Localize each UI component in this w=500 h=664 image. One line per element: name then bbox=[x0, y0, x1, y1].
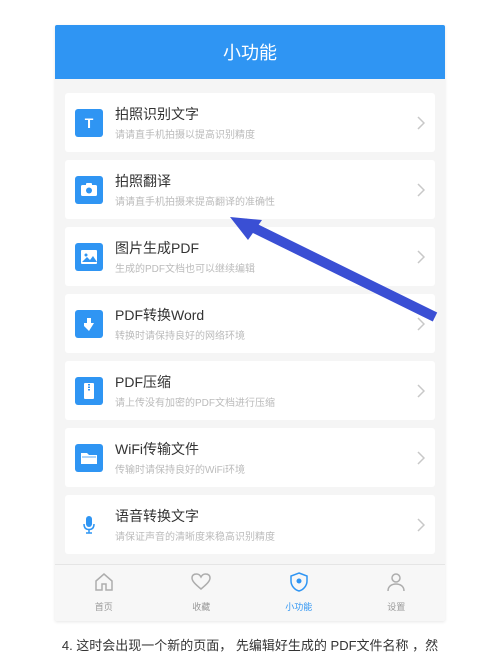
phone-frame: 小功能 T 拍照识别文字 请请直手机拍摄以提高识别精度 拍照翻译 请请直手机拍摄… bbox=[55, 25, 445, 621]
feature-item-text: 拍照翻译 请请直手机拍摄来提高翻译的准确性 bbox=[115, 171, 411, 208]
feature-item-text: WiFi传输文件 传输时请保持良好的WiFi环境 bbox=[115, 439, 411, 476]
feature-item-text: 拍照识别文字 请请直手机拍摄以提高识别精度 bbox=[115, 104, 411, 141]
page-title: 小功能 bbox=[55, 25, 445, 79]
svg-text:T: T bbox=[85, 115, 94, 131]
shield-icon bbox=[288, 571, 310, 598]
feature-item-subtitle: 请保证声音的清晰度来稳高识别精度 bbox=[115, 528, 411, 543]
feature-item-title: WiFi传输文件 bbox=[115, 439, 411, 459]
feature-item[interactable]: 语音转换文字 请保证声音的清晰度来稳高识别精度 bbox=[65, 495, 435, 554]
feature-item-text: PDF转换Word 转换时请保持良好的网络环境 bbox=[115, 305, 411, 342]
feature-item-title: 拍照翻译 bbox=[115, 171, 411, 191]
feature-item-text: 语音转换文字 请保证声音的清晰度来稳高识别精度 bbox=[115, 506, 411, 543]
tab-label: 设置 bbox=[387, 600, 405, 613]
feature-item-subtitle: 转换时请保持良好的网络环境 bbox=[115, 327, 411, 342]
feature-item[interactable]: PDF转换Word 转换时请保持良好的网络环境 bbox=[65, 294, 435, 353]
tab-shield[interactable]: 小功能 bbox=[250, 571, 348, 613]
feature-item[interactable]: WiFi传输文件 传输时请保持良好的WiFi环境 bbox=[65, 428, 435, 487]
zip-icon bbox=[75, 377, 103, 405]
image-icon bbox=[75, 243, 103, 271]
camera-icon bbox=[75, 176, 103, 204]
feature-item-subtitle: 生成的PDF文档也可以继续编辑 bbox=[115, 260, 411, 275]
tab-label: 小功能 bbox=[285, 600, 312, 613]
feature-item-subtitle: 请请直手机拍摄以提高识别精度 bbox=[115, 126, 411, 141]
feature-list: T 拍照识别文字 请请直手机拍摄以提高识别精度 拍照翻译 请请直手机拍摄来提高翻… bbox=[55, 79, 445, 564]
chevron-right-icon bbox=[417, 451, 425, 465]
tab-home[interactable]: 首页 bbox=[55, 571, 153, 613]
tab-profile[interactable]: 设置 bbox=[348, 571, 446, 613]
chevron-right-icon bbox=[417, 384, 425, 398]
caption-text: 4. 这时会出现一个新的页面， 先编辑好生成的 PDF文件名称 ，然 bbox=[55, 635, 445, 664]
feature-item[interactable]: PDF压缩 请上传没有加密的PDF文档进行压缩 bbox=[65, 361, 435, 420]
feature-item-title: PDF压缩 bbox=[115, 372, 411, 392]
feature-item[interactable]: 拍照翻译 请请直手机拍摄来提高翻译的准确性 bbox=[65, 160, 435, 219]
tab-heart[interactable]: 收藏 bbox=[153, 571, 251, 613]
feature-item-subtitle: 传输时请保持良好的WiFi环境 bbox=[115, 461, 411, 476]
tab-label: 首页 bbox=[95, 600, 113, 613]
mic-icon bbox=[75, 511, 103, 539]
heart-icon bbox=[190, 571, 212, 598]
tab-label: 收藏 bbox=[192, 600, 210, 613]
feature-item-text: PDF压缩 请上传没有加密的PDF文档进行压缩 bbox=[115, 372, 411, 409]
pdf-icon bbox=[75, 310, 103, 338]
chevron-right-icon bbox=[417, 116, 425, 130]
feature-item-title: PDF转换Word bbox=[115, 305, 411, 325]
feature-item-title: 图片生成PDF bbox=[115, 238, 411, 258]
feature-item[interactable]: 图片生成PDF 生成的PDF文档也可以继续编辑 bbox=[65, 227, 435, 286]
chevron-right-icon bbox=[417, 317, 425, 331]
feature-item-text: 图片生成PDF 生成的PDF文档也可以继续编辑 bbox=[115, 238, 411, 275]
chevron-right-icon bbox=[417, 250, 425, 264]
chevron-right-icon bbox=[417, 518, 425, 532]
feature-item[interactable]: T 拍照识别文字 请请直手机拍摄以提高识别精度 bbox=[65, 93, 435, 152]
feature-item-subtitle: 请请直手机拍摄来提高翻译的准确性 bbox=[115, 193, 411, 208]
feature-item-subtitle: 请上传没有加密的PDF文档进行压缩 bbox=[115, 394, 411, 409]
chevron-right-icon bbox=[417, 183, 425, 197]
text-T-icon: T bbox=[75, 109, 103, 137]
home-icon bbox=[93, 571, 115, 598]
feature-item-title: 语音转换文字 bbox=[115, 506, 411, 526]
folder-icon bbox=[75, 444, 103, 472]
feature-item-title: 拍照识别文字 bbox=[115, 104, 411, 124]
profile-icon bbox=[385, 571, 407, 598]
tab-bar: 首页 收藏 小功能 设置 bbox=[55, 564, 445, 621]
